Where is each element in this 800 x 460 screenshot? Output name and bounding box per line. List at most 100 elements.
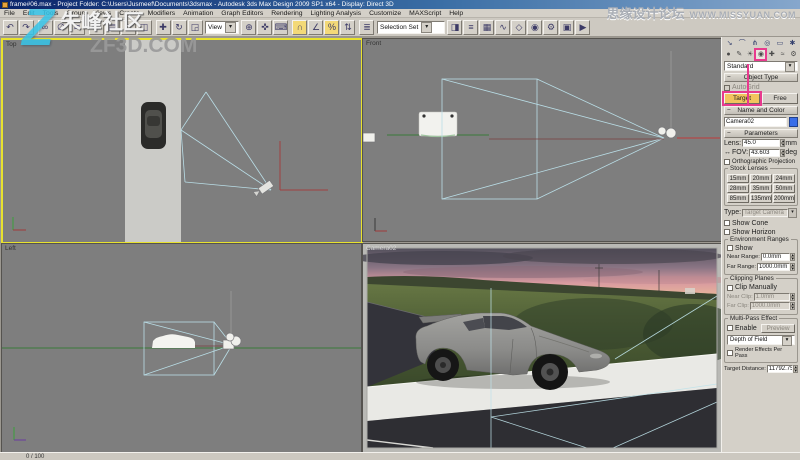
- near-range-spinner[interactable]: ▲ ▼: [790, 253, 795, 261]
- snap-toggle-icon[interactable]: ∩: [292, 19, 308, 35]
- menu-help[interactable]: Help: [449, 10, 463, 17]
- render-per-pass-checkbox[interactable]: Render Effects Per Pass: [727, 347, 795, 359]
- show-horizon-checkbox[interactable]: Show Horizon: [724, 229, 798, 236]
- keyboard-override-icon[interactable]: ⌨: [273, 19, 289, 35]
- lens-50mm-button[interactable]: 50mm: [772, 183, 795, 193]
- select-link-icon[interactable]: ∞: [37, 19, 53, 35]
- show-cone-checkbox[interactable]: Show Cone: [724, 220, 798, 227]
- percent-snap-icon[interactable]: %: [324, 19, 340, 35]
- rollout-parameters[interactable]: − Parameters: [724, 128, 798, 138]
- autogrid-checkbox[interactable]: AutoGrid: [724, 84, 798, 91]
- edit-named-sets-icon[interactable]: ≣: [359, 19, 375, 35]
- viewport-top[interactable]: Top: [1, 38, 363, 244]
- target-distance-spinner[interactable]: ▲ ▼: [793, 364, 798, 373]
- menu-maxscript[interactable]: MAXScript: [409, 10, 441, 17]
- fov-direction-flyout[interactable]: ↔: [724, 149, 731, 156]
- object-color-swatch[interactable]: [789, 116, 798, 127]
- multipass-enable-checkbox[interactable]: Enable: [727, 325, 759, 332]
- tab-display-icon[interactable]: ▭: [774, 39, 785, 49]
- layer-manager-icon[interactable]: ▦: [479, 19, 495, 35]
- scale-icon[interactable]: ◲: [187, 19, 203, 35]
- free-camera-button[interactable]: Free: [762, 93, 798, 104]
- cat-spacewarps-icon[interactable]: ≈: [778, 50, 787, 59]
- menu-animation[interactable]: Animation: [183, 10, 213, 17]
- clip-manually-checkbox[interactable]: Clip Manually: [727, 284, 795, 291]
- lens-20mm-button[interactable]: 20mm: [749, 173, 772, 183]
- menu-lighting-analysis[interactable]: Lighting Analysis: [311, 10, 362, 17]
- menu-file[interactable]: File: [4, 10, 15, 17]
- near-clip-spinner[interactable]: ▲ ▼: [790, 292, 795, 301]
- lens-35mm-button[interactable]: 35mm: [749, 183, 772, 193]
- cat-shapes-icon[interactable]: ✎: [735, 50, 744, 59]
- viewport-left[interactable]: Left: [1, 243, 362, 453]
- far-range-spinner[interactable]: ▲ ▼: [790, 262, 795, 271]
- lens-15mm-button[interactable]: 15mm: [727, 173, 749, 183]
- window-crossing-icon[interactable]: ◫: [136, 19, 152, 35]
- far-clip-field[interactable]: 1000.0mm: [749, 302, 790, 310]
- rotate-icon[interactable]: ↻: [171, 19, 187, 35]
- cat-lights-icon[interactable]: ☀: [746, 50, 755, 59]
- near-clip-field[interactable]: 1.0mm: [753, 292, 790, 301]
- select-by-name-icon[interactable]: ▤: [104, 19, 120, 35]
- schematic-view-icon[interactable]: ◇: [511, 19, 527, 35]
- rollout-name-color[interactable]: − Name and Color: [724, 106, 798, 115]
- far-range-field[interactable]: 1000.0mm: [757, 262, 790, 271]
- menu-modifiers[interactable]: Modifiers: [148, 10, 176, 17]
- multipass-preview-button[interactable]: Preview: [761, 323, 795, 333]
- tab-modify-icon[interactable]: ⌒: [737, 39, 748, 49]
- select-object-icon[interactable]: ▭: [88, 19, 104, 35]
- rendered-frame-icon[interactable]: ▣: [559, 19, 575, 35]
- cat-systems-icon[interactable]: ⚙: [789, 50, 798, 59]
- angle-snap-icon[interactable]: ∠: [308, 19, 324, 35]
- tab-hierarchy-icon[interactable]: ⋔: [749, 39, 760, 49]
- lens-85mm-button[interactable]: 85mm: [727, 193, 749, 203]
- align-icon[interactable]: ≡: [463, 19, 479, 35]
- curve-editor-icon[interactable]: ∿: [495, 19, 511, 35]
- cat-geometry-icon[interactable]: ●: [724, 50, 733, 59]
- render-icon[interactable]: ▶: [575, 19, 591, 35]
- lens-135mm-button[interactable]: 135mm: [749, 193, 772, 203]
- lens-28mm-button[interactable]: 28mm: [727, 183, 749, 193]
- menu-edit[interactable]: Edit: [23, 10, 35, 17]
- menu-graph-editors[interactable]: Graph Editors: [221, 10, 263, 17]
- move-icon[interactable]: ✚: [155, 19, 171, 35]
- target-distance-field[interactable]: 11792.75: [766, 364, 793, 373]
- tab-create-icon[interactable]: ↘: [724, 39, 735, 49]
- spinner-snap-icon[interactable]: ⇅: [340, 19, 356, 35]
- object-name-field[interactable]: Camera02: [724, 116, 787, 127]
- redo-icon[interactable]: ↷: [18, 19, 34, 35]
- near-range-field[interactable]: 0.0mm: [760, 253, 790, 261]
- lens-24mm-button[interactable]: 24mm: [772, 173, 795, 183]
- rollout-object-type[interactable]: − Object Type: [724, 73, 798, 82]
- undo-icon[interactable]: ↶: [2, 19, 18, 35]
- bind-spacewarp-icon[interactable]: ≋: [69, 19, 85, 35]
- menu-views[interactable]: Views: [93, 10, 111, 17]
- lens-200mm-button[interactable]: 200mm: [772, 193, 795, 203]
- tab-utilities-icon[interactable]: ✱: [787, 39, 798, 49]
- fov-field[interactable]: 43.603: [749, 148, 781, 157]
- unlink-icon[interactable]: ∅: [53, 19, 69, 35]
- menu-customize[interactable]: Customize: [369, 10, 401, 17]
- far-clip-spinner[interactable]: ▲ ▼: [790, 302, 795, 310]
- menu-create[interactable]: Create: [119, 10, 139, 17]
- render-setup-icon[interactable]: ⚙: [543, 19, 559, 35]
- camera-type-dropdown[interactable]: Target Camera: [742, 208, 788, 217]
- use-center-icon[interactable]: ⊕: [241, 19, 257, 35]
- camera-category-dropdown[interactable]: Standard ▾: [724, 61, 798, 72]
- lens-field[interactable]: 45.0: [742, 139, 781, 147]
- multipass-effect-dropdown[interactable]: Depth of Field ▾: [727, 334, 795, 346]
- viewport-camera[interactable]: Camera02: [362, 243, 722, 453]
- env-show-checkbox[interactable]: Show: [727, 245, 795, 252]
- tab-motion-icon[interactable]: ◎: [762, 39, 773, 49]
- target-camera-button[interactable]: Target: [722, 91, 762, 106]
- material-editor-icon[interactable]: ◉: [527, 19, 543, 35]
- menu-tools[interactable]: Tools: [43, 10, 59, 17]
- selection-region-icon[interactable]: ◻: [120, 19, 136, 35]
- menu-group[interactable]: Group: [66, 10, 85, 17]
- named-selection-sets-dropdown[interactable]: Selection Set ▾: [376, 20, 445, 34]
- reference-coordsys-dropdown[interactable]: View ▾: [205, 20, 239, 34]
- viewport-front[interactable]: Front: [362, 38, 722, 242]
- cat-cameras-icon[interactable]: ◉: [754, 48, 768, 61]
- mirror-icon[interactable]: ◨: [447, 19, 463, 35]
- menu-rendering[interactable]: Rendering: [271, 10, 302, 17]
